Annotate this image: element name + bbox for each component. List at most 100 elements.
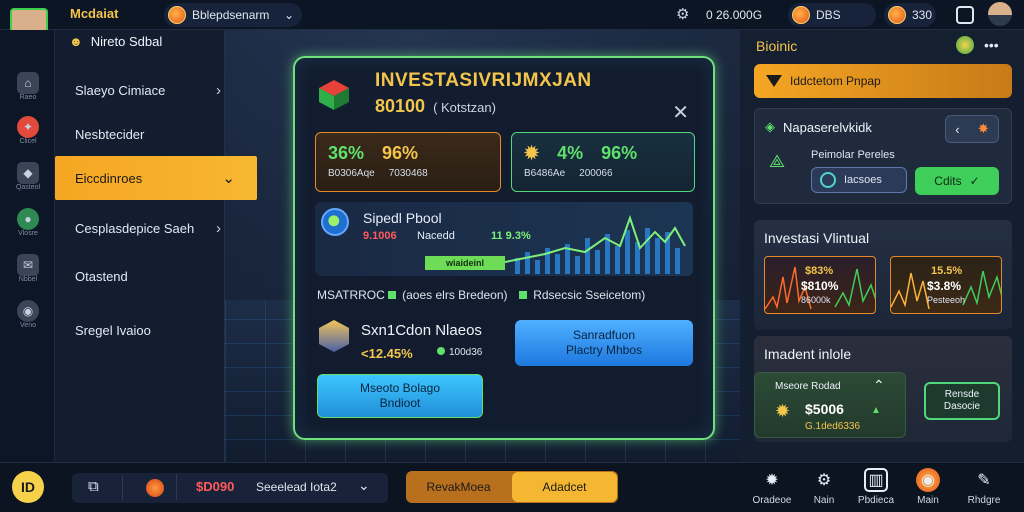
coin-icon xyxy=(888,6,906,24)
menu-item-label: Cesplasdepice Saeh xyxy=(75,220,195,236)
fullscreen-icon[interactable] xyxy=(956,6,974,24)
coin-icon xyxy=(792,6,810,24)
user-icon: ● xyxy=(17,207,39,230)
right-banner-text: Iddctetom Pnpap xyxy=(790,74,881,88)
pool-sparkline xyxy=(505,214,686,274)
right-box-1-stepper[interactable]: ‹ ✸ xyxy=(945,115,999,143)
meta-label: MSATRROC xyxy=(317,288,385,302)
balance-1: 0 26.000G xyxy=(706,3,778,27)
mini-chart-1[interactable]: $83% $810% 86000k xyxy=(764,256,876,314)
wallet-icon[interactable]: ⧉ xyxy=(88,478,99,495)
pool-panel[interactable]: Sipedl Pbool 9.1006 Nacedd 11 9.3% wiaid… xyxy=(315,202,693,276)
stat-card-left[interactable]: 36% 96% B0306Aqe 7030468 xyxy=(315,132,501,192)
nav-label: Oradeoe xyxy=(752,495,792,506)
bottom-selector[interactable]: Seeelead Iota2 xyxy=(256,480,337,494)
nav-item-1[interactable]: ✹ Oradeoe xyxy=(748,465,796,509)
menu-item-5[interactable]: Otastend xyxy=(55,254,257,298)
right-panel-title: Bioinic xyxy=(756,38,798,54)
app-name: Mcdaiat xyxy=(70,6,119,21)
rail-item-4[interactable]: ● Vlosre xyxy=(8,202,48,242)
menu-item-label: Nesbtecider xyxy=(75,126,145,142)
stat-card-right[interactable]: ✹ 4% 96% B6486Ae 200066 xyxy=(511,132,695,192)
rail-item-2[interactable]: ✦ Clicel xyxy=(8,110,48,150)
close-icon[interactable]: ✕ xyxy=(672,100,689,125)
right-box-2: Investasi Vlintual $83% $810% 86000k 15.… xyxy=(754,220,1012,330)
arrow-up-icon: ▲ xyxy=(871,405,881,416)
fire-icon: ✦ xyxy=(17,115,39,138)
mini-chart-2[interactable]: 15.5% $3.8% Pesteeoh xyxy=(890,256,1002,314)
mode-right-button[interactable]: Adadcet xyxy=(512,472,617,502)
menu-item-4[interactable]: Cesplasdepice Saeh › xyxy=(55,206,257,250)
app-logo[interactable]: ID xyxy=(12,471,44,503)
right-panel: Bioinic ••• Iddctetom Pnpap ◈ Napaserelv… xyxy=(740,30,1024,462)
leaf-icon: ◈ xyxy=(765,119,775,134)
chevron-down-icon: ⌄ xyxy=(283,8,294,22)
menu-item-label: Sregel Ivaioo xyxy=(75,322,151,338)
chevron-up-icon[interactable]: ⌃ xyxy=(873,377,885,394)
meta-b: Rdsecsic Sseicetom) xyxy=(533,288,646,302)
nav-item-2[interactable]: ⚙ Nain xyxy=(800,465,848,509)
right-box-3-button[interactable]: Rensde Dasocie xyxy=(924,382,1000,420)
investment-modal: INVESTASIVRIJMXJAN 80100 ( Kotstzan) ✕ 36… xyxy=(293,56,715,440)
settings-icon[interactable]: ⚙ xyxy=(676,5,689,23)
menu-item-1[interactable]: Slaeyo Cimiace › xyxy=(55,68,257,112)
badge-sub-text: 100d36 xyxy=(449,347,483,358)
right-box-3-card[interactable]: Mseore Rodad ⌃ ✹ $5006 ▲ G.1ded6336 xyxy=(754,372,906,438)
badge-title: Sxn1Cdon Nlaeos xyxy=(361,322,482,339)
rail-item-1[interactable]: ⌂ Raeo xyxy=(8,66,48,106)
mini-chart-1-value-c: 86000k xyxy=(801,295,831,305)
menu-item-6[interactable]: Sregel Ivaioo xyxy=(55,308,257,352)
user-avatar[interactable] xyxy=(988,2,1012,26)
menu-item-3-active[interactable]: Eiccdinroes ⌄ xyxy=(55,156,257,200)
nav-label: Main xyxy=(917,495,939,506)
stat-value: 36% xyxy=(328,143,365,163)
rail-label: Raeo xyxy=(19,93,37,101)
check-icon xyxy=(518,291,527,299)
nav-item-5[interactable]: ✎ Rhdgre xyxy=(960,465,1008,509)
right-box-1: ◈ Napaserelvkidk ‹ ✸ ⟁ Peimolar Pereles … xyxy=(754,108,1012,204)
more-icon[interactable]: ••• xyxy=(984,37,999,53)
rail-item-3[interactable]: ◆ Qasteol xyxy=(8,156,48,196)
rail-item-6[interactable]: ◉ Veno xyxy=(8,294,48,334)
right-box-1-sub: Peimolar Pereles xyxy=(811,149,895,161)
stat-value: 4% xyxy=(557,143,584,163)
balance-3[interactable]: 330 xyxy=(884,3,936,27)
fire-icon xyxy=(146,479,164,497)
pool-mid-text: Nacedd xyxy=(417,230,455,242)
nav-item-4[interactable]: ◉ Main xyxy=(904,465,952,509)
rail-item-5[interactable]: ✉ Nbbel xyxy=(8,248,48,288)
top-bar: Mcdaiat Bblepdsenarm ⌄ ⚙ 0 26.000G DBS 3… xyxy=(0,0,1024,30)
menu-item-2[interactable]: Nesbtecider xyxy=(55,112,257,156)
coin-icon[interactable] xyxy=(956,36,974,54)
mode-left-button[interactable]: RevakMoea xyxy=(406,471,511,503)
right-box-1-header: ◈ Napaserelvkidk xyxy=(765,119,872,135)
right-box-1-input-text: Iacsoes xyxy=(844,174,882,186)
right-box-1-button[interactable]: Cdits ✓ xyxy=(915,167,999,195)
secondary-action-button[interactable]: Mseoto Bolago Bndioot xyxy=(317,374,483,418)
chevron-down-icon[interactable]: ⌄ xyxy=(358,477,370,494)
right-banner[interactable]: Iddctetom Pnpap xyxy=(754,64,1012,98)
badge-sub: 100d36 xyxy=(437,347,482,358)
chevron-right-icon: › xyxy=(216,81,221,99)
right-box-3-title: Imadent inlole xyxy=(764,346,852,362)
rail-label: Clicel xyxy=(19,137,37,145)
right-box-1-button-label: Cdits xyxy=(934,174,962,188)
mini-chart-1-value-a: $83% xyxy=(805,265,834,277)
right-box-1-input[interactable]: Iacsoes xyxy=(811,167,907,193)
mini-chart-2-value-c: Pesteeoh xyxy=(927,295,966,305)
pool-red-value: 9.1006 xyxy=(363,230,397,242)
project-dropdown[interactable]: Bblepdsenarm ⌄ xyxy=(164,3,302,27)
menu-header: ☻ Nireto Sdbal xyxy=(69,34,162,49)
coin-icon: ◉ xyxy=(916,468,940,492)
right-box-3: Imadent inlole Mseore Rodad ⌃ ✹ $5006 ▲ … xyxy=(754,336,1012,442)
chat-icon: ✎ xyxy=(977,472,991,489)
primary-action-button[interactable]: Sanradfuon Plactry Mhbos xyxy=(515,320,693,366)
nav-item-3[interactable]: ▥ Pbdieca xyxy=(852,465,900,509)
diamond-icon xyxy=(766,75,782,87)
balance-2[interactable]: DBS xyxy=(788,3,876,27)
balance-1-text: 0 26.000G xyxy=(706,8,763,22)
right-box-1-title: Napaserelvkidk xyxy=(783,119,872,135)
chevron-left-icon[interactable]: ‹ xyxy=(955,122,959,137)
coin-icon xyxy=(168,6,186,24)
token-icon xyxy=(820,172,836,188)
